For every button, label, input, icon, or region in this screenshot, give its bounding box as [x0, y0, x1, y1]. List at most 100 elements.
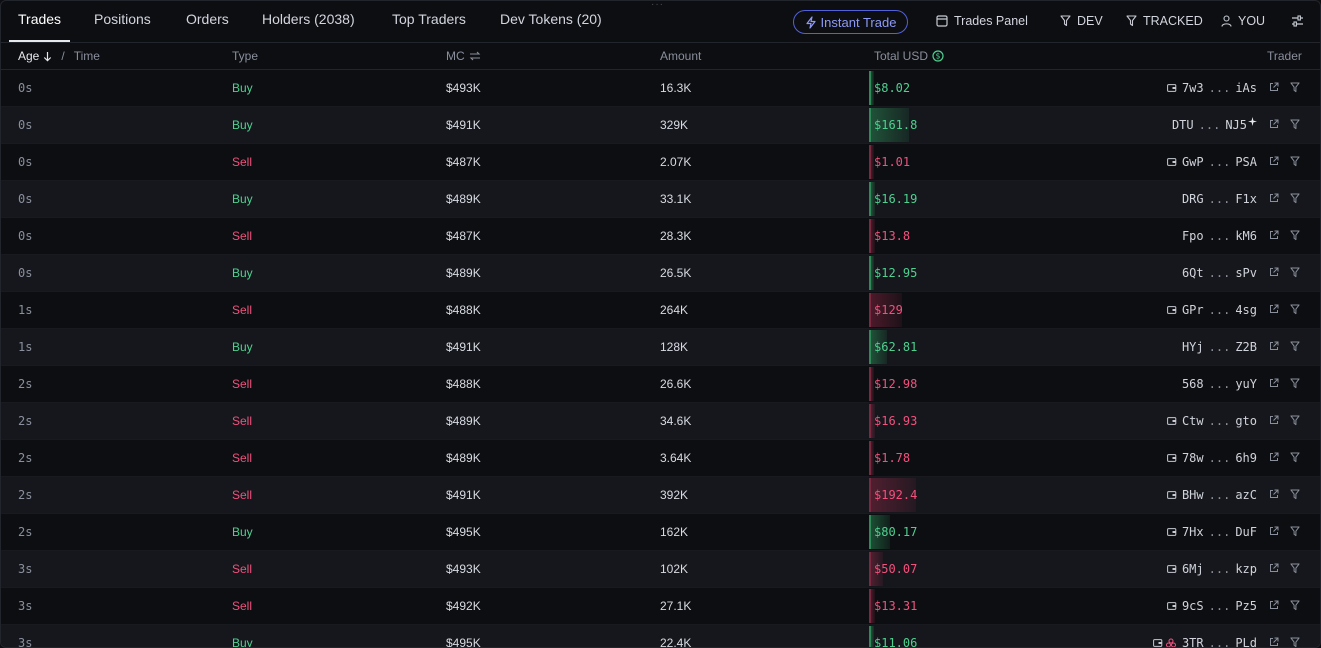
filter-icon[interactable] — [1290, 563, 1300, 574]
filter-icon[interactable] — [1290, 193, 1300, 204]
tab-positions[interactable]: Positions — [94, 11, 151, 27]
trader-address-prefix[interactable]: DRG — [1182, 192, 1204, 206]
external-link-icon[interactable] — [1269, 341, 1279, 351]
trader-address-suffix[interactable]: Pz5 — [1235, 599, 1257, 613]
trader-address-prefix[interactable]: 6Mj — [1182, 562, 1204, 576]
external-link-icon[interactable] — [1269, 489, 1279, 499]
age-column-label[interactable]: Age — [18, 49, 39, 63]
table-row[interactable]: 2s Sell $489K 3.64K $1.78 78w... 6h9 — [1, 440, 1320, 477]
external-link-icon[interactable] — [1269, 193, 1279, 203]
external-link-icon[interactable] — [1269, 82, 1279, 92]
tab-holders[interactable]: Holders (2038) — [262, 11, 355, 27]
tracked-filter-button[interactable]: TRACKED — [1126, 14, 1203, 28]
trader-address-prefix[interactable]: 3TR — [1182, 636, 1204, 647]
external-link-icon[interactable] — [1269, 415, 1279, 425]
filter-icon[interactable] — [1290, 156, 1300, 167]
external-link-icon[interactable] — [1269, 304, 1279, 314]
trader-address-prefix[interactable]: 7w3 — [1182, 81, 1204, 95]
filter-icon[interactable] — [1290, 341, 1300, 352]
trader-cell[interactable]: 6Mj... kzp — [1167, 562, 1257, 576]
trader-address-prefix[interactable]: DTU — [1172, 118, 1194, 132]
trader-address-prefix[interactable]: GwP — [1182, 155, 1204, 169]
filter-icon[interactable] — [1290, 82, 1300, 93]
trader-cell[interactable]: 3TR... PLd — [1153, 636, 1257, 647]
trader-address-suffix[interactable]: kM6 — [1235, 229, 1257, 243]
external-link-icon[interactable] — [1269, 378, 1279, 388]
table-row[interactable]: 0s Buy $489K 26.5K $12.95 6Qt... sPv — [1, 255, 1320, 292]
external-link-icon[interactable] — [1269, 267, 1279, 277]
trader-cell[interactable]: DTU... NJ5 — [1172, 116, 1257, 132]
trader-address-suffix[interactable]: F1x — [1235, 192, 1257, 206]
trader-address-suffix[interactable]: PLd — [1235, 636, 1257, 647]
time-column-label[interactable]: Time — [74, 49, 100, 63]
filter-icon[interactable] — [1290, 230, 1300, 241]
table-row[interactable]: 2s Sell $491K 392K $192.4 BHw... azC — [1, 477, 1320, 514]
tab-trades[interactable]: Trades — [18, 11, 61, 27]
trader-address-suffix[interactable]: iAs — [1235, 81, 1257, 95]
external-link-icon[interactable] — [1269, 563, 1279, 573]
trader-address-suffix[interactable]: kzp — [1235, 562, 1257, 576]
trades-panel-toggle[interactable]: Trades Panel — [936, 14, 1028, 28]
filter-icon[interactable] — [1290, 600, 1300, 611]
table-row[interactable]: 1s Buy $491K 128K $62.81 HYj... Z2B — [1, 329, 1320, 366]
external-link-icon[interactable] — [1269, 600, 1279, 610]
table-row[interactable]: 2s Sell $488K 26.6K $12.98 568... yuY — [1, 366, 1320, 403]
trader-address-suffix[interactable]: Z2B — [1235, 340, 1257, 354]
trader-cell[interactable]: HYj... Z2B — [1182, 340, 1257, 354]
trader-address-suffix[interactable]: DuF — [1235, 525, 1257, 539]
trader-address-suffix[interactable]: 4sg — [1235, 303, 1257, 317]
filter-icon[interactable] — [1290, 304, 1300, 315]
swap-icon[interactable] — [469, 51, 481, 61]
external-link-icon[interactable] — [1269, 637, 1279, 647]
trader-address-suffix[interactable]: PSA — [1235, 155, 1257, 169]
trader-address-prefix[interactable]: 78w — [1182, 451, 1204, 465]
table-row[interactable]: 2s Sell $489K 34.6K $16.93 Ctw... gto — [1, 403, 1320, 440]
dev-filter-button[interactable]: DEV — [1060, 14, 1103, 28]
trader-address-prefix[interactable]: BHw — [1182, 488, 1204, 502]
external-link-icon[interactable] — [1269, 452, 1279, 462]
trader-address-suffix[interactable]: gto — [1235, 414, 1257, 428]
filter-icon[interactable] — [1290, 452, 1300, 463]
trader-address-prefix[interactable]: Fpo — [1182, 229, 1204, 243]
tab-dev-tokens[interactable]: Dev Tokens (20) — [500, 11, 602, 27]
trader-cell[interactable]: BHw... azC — [1167, 488, 1257, 502]
trader-cell[interactable]: DRG... F1x — [1182, 192, 1257, 206]
age-time-header[interactable]: Age / Time — [18, 49, 100, 63]
table-row[interactable]: 3s Buy $495K 22.4K $11.06 3TR... PLd — [1, 625, 1320, 647]
mc-header[interactable]: MC — [446, 49, 481, 63]
currency-toggle-icon[interactable]: $ — [932, 50, 944, 62]
trader-address-prefix[interactable]: 6Qt — [1182, 266, 1204, 280]
settings-sliders-button[interactable] — [1291, 15, 1304, 27]
table-row[interactable]: 0s Sell $487K 2.07K $1.01 GwP... PSA — [1, 144, 1320, 181]
trader-address-prefix[interactable]: 7Hx — [1182, 525, 1204, 539]
external-link-icon[interactable] — [1269, 230, 1279, 240]
instant-trade-button[interactable]: Instant Trade — [793, 10, 908, 34]
trader-cell[interactable]: Ctw... gto — [1167, 414, 1257, 428]
trader-address-suffix[interactable]: NJ5 — [1225, 118, 1247, 132]
trader-cell[interactable]: GPr... 4sg — [1167, 303, 1257, 317]
external-link-icon[interactable] — [1269, 526, 1279, 536]
trader-address-prefix[interactable]: Ctw — [1182, 414, 1204, 428]
table-row[interactable]: 0s Buy $491K 329K $161.8 DTU... NJ5 — [1, 107, 1320, 144]
trader-address-suffix[interactable]: yuY — [1235, 377, 1257, 391]
tab-top-traders[interactable]: Top Traders — [392, 11, 466, 27]
tab-orders[interactable]: Orders — [186, 11, 229, 27]
filter-icon[interactable] — [1290, 489, 1300, 500]
trader-cell[interactable]: 7Hx... DuF — [1167, 525, 1257, 539]
table-row[interactable]: 1s Sell $488K 264K $129 GPr... 4sg — [1, 292, 1320, 329]
filter-icon[interactable] — [1290, 526, 1300, 537]
filter-icon[interactable] — [1290, 119, 1300, 130]
total-usd-header[interactable]: Total USD $ — [874, 49, 944, 63]
trader-address-suffix[interactable]: 6h9 — [1235, 451, 1257, 465]
trader-cell[interactable]: Fpo... kM6 — [1182, 229, 1257, 243]
you-filter-button[interactable]: YOU — [1221, 14, 1265, 28]
trader-address-prefix[interactable]: GPr — [1182, 303, 1204, 317]
trader-address-prefix[interactable]: 568 — [1182, 377, 1204, 391]
trader-address-suffix[interactable]: azC — [1235, 488, 1257, 502]
trader-cell[interactable]: 6Qt... sPv — [1182, 266, 1257, 280]
trader-cell[interactable]: 9cS... Pz5 — [1167, 599, 1257, 613]
trader-address-prefix[interactable]: 9cS — [1182, 599, 1204, 613]
table-row[interactable]: 3s Sell $492K 27.1K $13.31 9cS... Pz5 — [1, 588, 1320, 625]
table-row[interactable]: 0s Buy $489K 33.1K $16.19 DRG... F1x — [1, 181, 1320, 218]
table-row[interactable]: 3s Sell $493K 102K $50.07 6Mj... kzp — [1, 551, 1320, 588]
